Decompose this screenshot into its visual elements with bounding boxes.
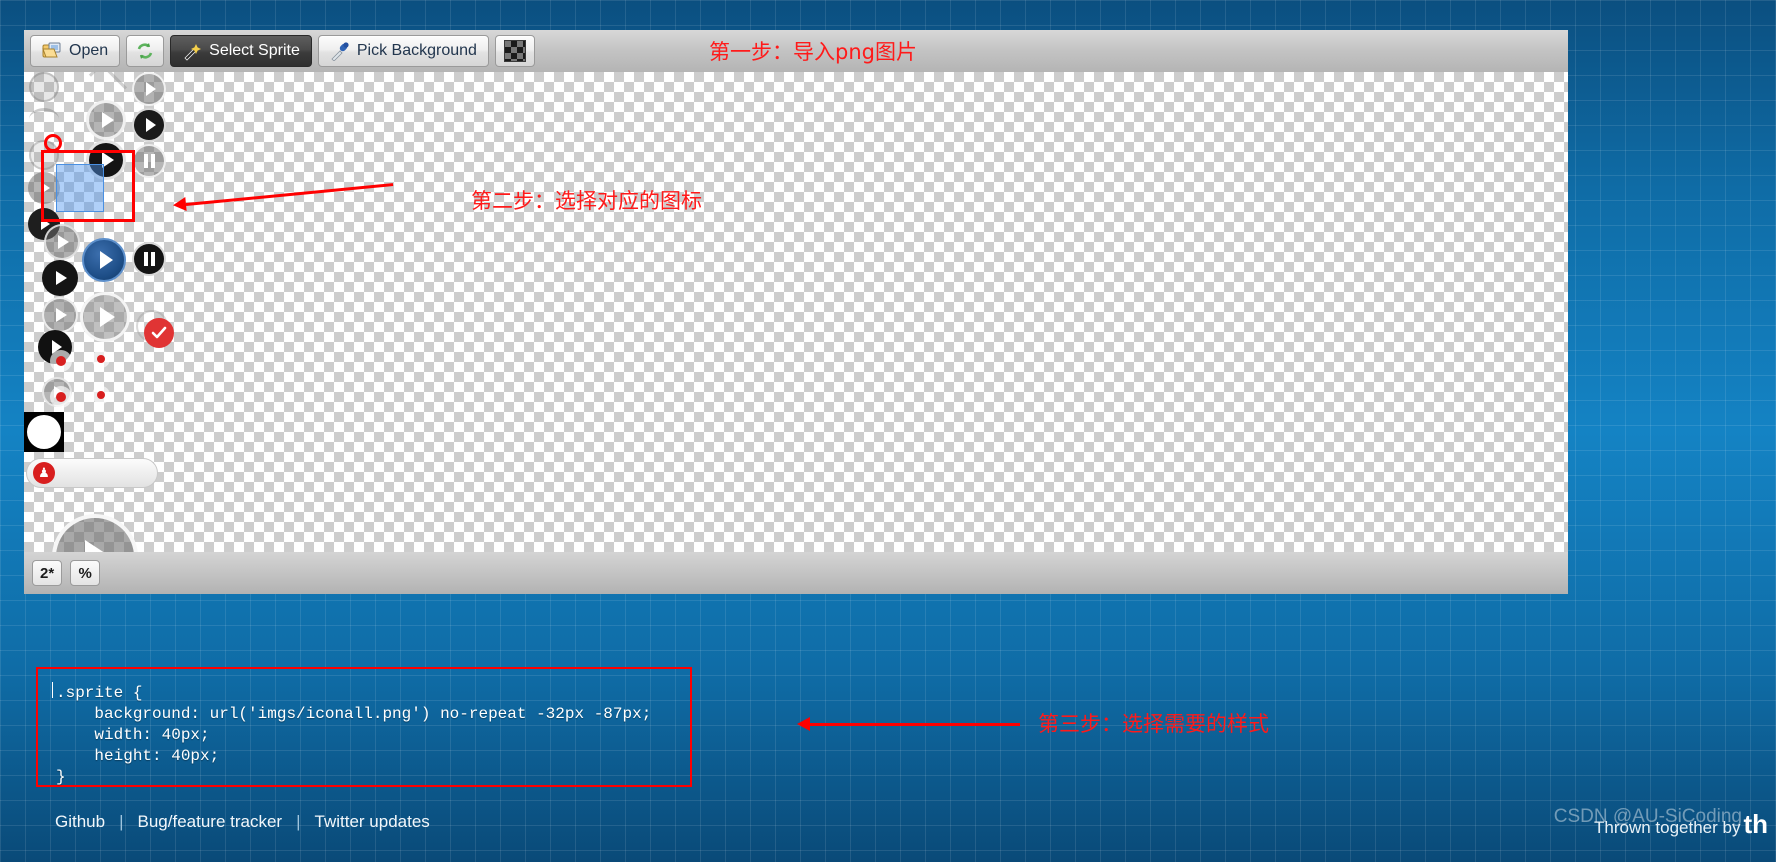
sprite-icon-play-grey-6[interactable] [132, 72, 166, 106]
sprite-icon-play-selected-blue[interactable] [82, 238, 126, 282]
sprite-icon-progress-pill[interactable]: ♟ [26, 458, 158, 488]
sprite-icon-reddot-1[interactable] [50, 350, 72, 372]
footer-separator: | [296, 812, 301, 831]
play-triangle-icon [145, 82, 156, 96]
refresh-icon [135, 41, 155, 61]
select-sprite-label: Select Sprite [209, 42, 300, 59]
play-triangle-icon [145, 118, 156, 132]
credit-text: Thrown together by [1593, 818, 1741, 837]
sprite-icon-play-large-bottom[interactable] [52, 514, 138, 552]
sprite-cow-app: Open Select Sprite Pick Background ♟ 2* … [0, 0, 1776, 862]
play-triangle-icon [85, 540, 111, 552]
check-mark-icon [151, 326, 167, 339]
zoom-level-button[interactable]: 2* [32, 560, 63, 586]
sprite-icon-pause-dark[interactable] [132, 242, 166, 276]
red-dot-icon [56, 356, 66, 366]
annotation-step-2: 第二步：选择对应的图标 [471, 189, 702, 213]
css-output-block[interactable]: .sprite { background: url('imgs/iconall.… [36, 667, 692, 787]
open-button[interactable]: Open [30, 35, 121, 67]
pick-background-label: Pick Background [356, 42, 477, 59]
sprite-icon-pause-grey[interactable] [132, 144, 166, 178]
sprite-icon-play-grey-large[interactable] [80, 292, 130, 342]
footer-link-twitter[interactable]: Twitter updates [315, 812, 430, 832]
footer-credit: Thrown together by th [1594, 809, 1768, 840]
sprite-icon-white-circle-black-box[interactable] [24, 412, 64, 452]
sprite-icon-chevron-up-faint[interactable] [88, 72, 128, 101]
sprite-icon-reddot-3[interactable] [50, 386, 72, 408]
sprite-icon-reddot-2[interactable] [92, 350, 110, 368]
open-button-label: Open [69, 42, 109, 59]
sprite-icon-check-red[interactable] [144, 318, 174, 348]
background-checker-button[interactable] [494, 35, 535, 67]
white-circle-icon [27, 415, 61, 449]
pause-bars-icon [143, 154, 155, 168]
sprite-icon-arc-faint[interactable] [29, 108, 59, 130]
play-triangle-icon [41, 182, 50, 194]
sprite-icon-play-grey-2[interactable] [44, 224, 80, 260]
eyedropper-icon [330, 41, 350, 62]
play-triangle-icon [56, 271, 67, 285]
play-triangle-icon [58, 235, 69, 249]
annotation-arrow-step-3 [797, 717, 1020, 731]
sprite-icon-reddot-4[interactable] [92, 386, 110, 404]
footer-link-github[interactable]: Github [55, 812, 105, 832]
sprite-sheet-canvas[interactable]: ♟ [24, 72, 1568, 552]
zoom-toolbar: 2* % [24, 552, 1568, 594]
sprite-icon-refresh-faint[interactable] [29, 72, 59, 102]
annotation-step-1: 第一步：导入png图片 [709, 40, 917, 64]
sprite-icon-play-grey-5[interactable] [86, 100, 126, 140]
pick-background-button[interactable]: Pick Background [317, 35, 489, 67]
play-triangle-icon [101, 112, 114, 128]
footer-links: Github | Bug/feature tracker | Twitter u… [55, 812, 430, 832]
refresh-button[interactable] [126, 35, 165, 67]
red-dot-icon [97, 391, 105, 399]
magic-wand-icon [182, 41, 202, 61]
text-caret [52, 682, 53, 698]
sprite-icon-play-grey-3[interactable] [42, 297, 78, 333]
footer-separator: | [119, 812, 124, 831]
select-sprite-button[interactable]: Select Sprite [170, 35, 312, 67]
red-dot-icon [56, 392, 66, 402]
sprite-selection-marker-dot [44, 134, 62, 152]
sprite-icon-play-dark-2[interactable] [42, 260, 78, 296]
play-triangle-icon [56, 308, 67, 322]
sprite-selection-highlight [56, 164, 104, 212]
annotation-step-3: 第三步：选择需要的样式 [1038, 712, 1269, 736]
red-dot-icon [97, 355, 105, 363]
play-triangle-icon [99, 307, 115, 327]
percent-units-button[interactable]: % [70, 560, 101, 586]
footer-link-bug-tracker[interactable]: Bug/feature tracker [138, 812, 283, 832]
play-triangle-icon [99, 251, 113, 269]
css-code-text: .sprite { background: url('imgs/iconall.… [56, 684, 652, 787]
credit-brand: th [1743, 809, 1768, 839]
folder-open-icon [42, 41, 62, 61]
pause-bars-icon [143, 252, 155, 266]
sprite-icon-play-dark-5[interactable] [132, 108, 166, 142]
person-badge-icon: ♟ [33, 462, 55, 484]
checkerboard-swatch-icon [503, 40, 526, 62]
